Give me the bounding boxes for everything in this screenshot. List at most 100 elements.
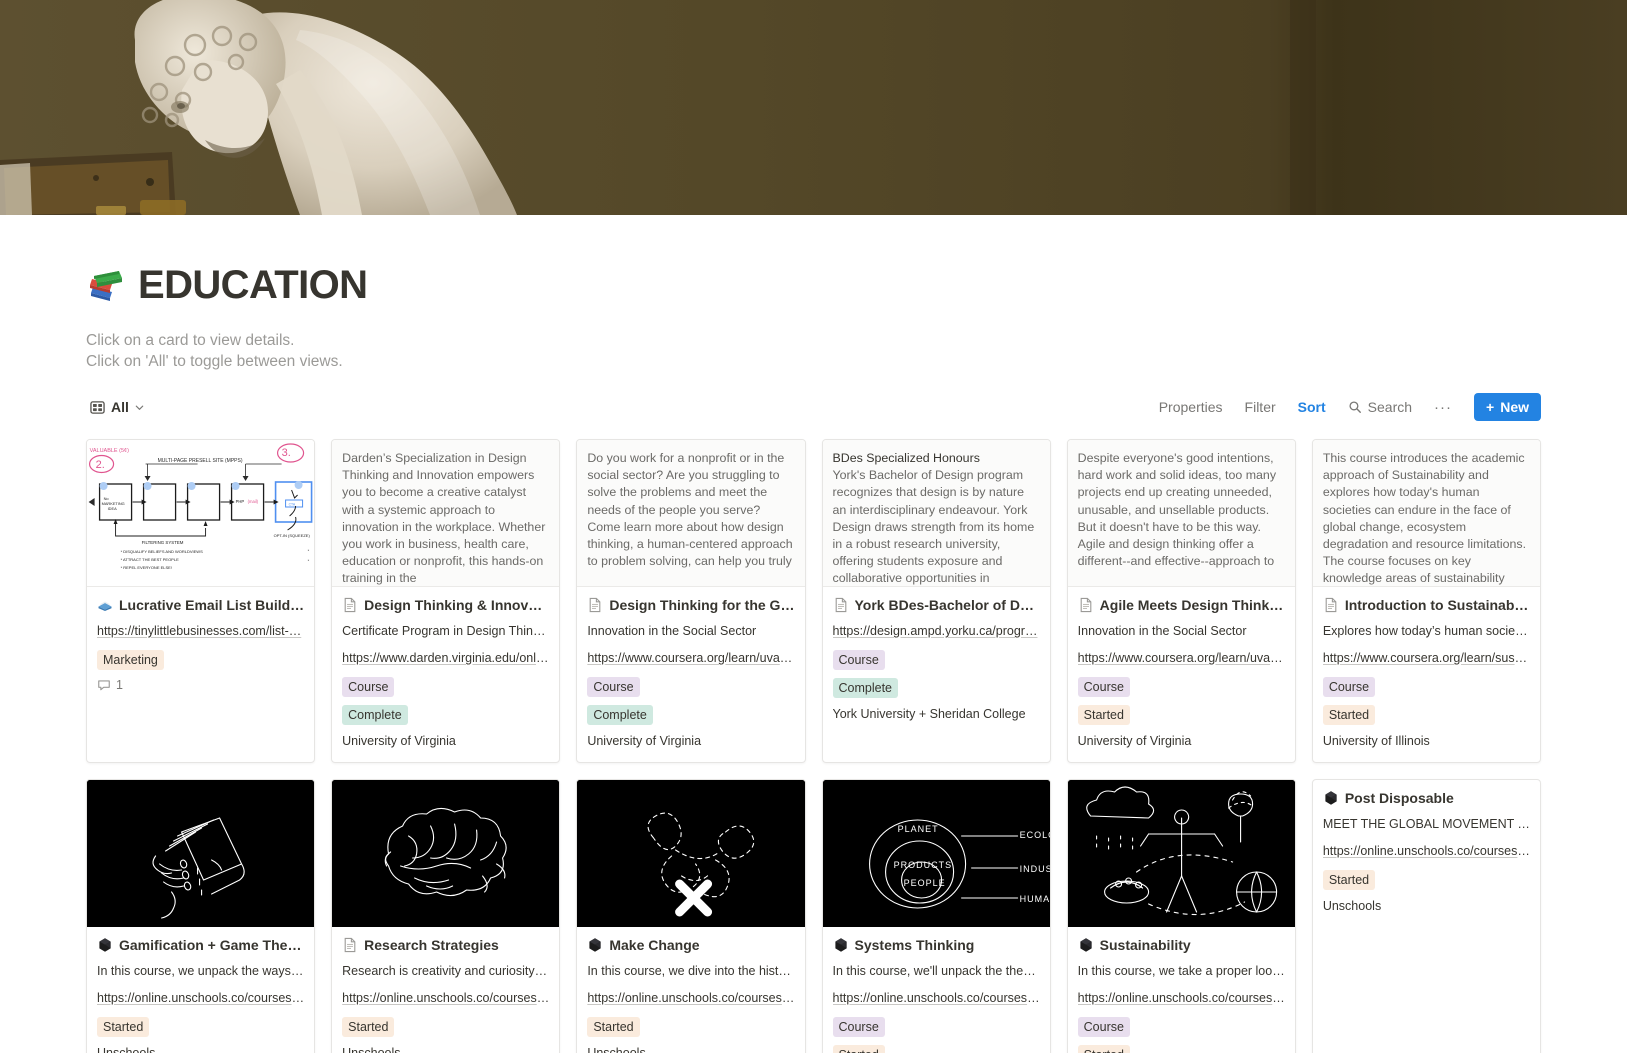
gallery-card[interactable]: Post Disposable MEET THE GLOBAL MOVEMENT … bbox=[1311, 779, 1541, 1053]
gallery-card[interactable]: BDes Specialized Honours York's Bachelor … bbox=[821, 439, 1051, 763]
card-preview-text: This course introduces the academic appr… bbox=[1322, 451, 1527, 586]
plus-icon: + bbox=[1486, 399, 1495, 415]
card-body: Agile Meets Design Thinking Innovation in… bbox=[1068, 587, 1295, 762]
svg-text:* ATTRACT THE BEST PEOPLE: * ATTRACT THE BEST PEOPLE bbox=[121, 557, 179, 562]
card-preview-text: Do you work for a nonprofit or in the so… bbox=[587, 451, 793, 569]
card-url[interactable]: https://online.unschools.co/courses/… bbox=[1078, 990, 1285, 1007]
document-icon bbox=[344, 937, 356, 953]
card-preview-text: Despite everyone's good intentions, hard… bbox=[1077, 451, 1277, 569]
card-badge-row: Course bbox=[1322, 677, 1530, 697]
card-cover-illustration bbox=[332, 780, 560, 927]
new-button[interactable]: + New bbox=[1474, 393, 1541, 421]
gallery-card[interactable]: Sustainability In this course, we take a … bbox=[1066, 779, 1296, 1053]
svg-text:IDEA: IDEA bbox=[108, 506, 117, 511]
card-url[interactable]: https://online.unschools.co/courses/… bbox=[587, 990, 794, 1007]
document-icon bbox=[1325, 597, 1337, 613]
card-body: York BDes-Bachelor of De… https://design.… bbox=[823, 587, 1050, 735]
card-footer-institution: Unschools bbox=[342, 1046, 401, 1053]
card-comment-count[interactable]: 1 bbox=[97, 678, 304, 692]
gem-emoji bbox=[1325, 791, 1337, 805]
gem-emoji bbox=[589, 938, 601, 952]
document-icon bbox=[589, 597, 601, 613]
card-url[interactable]: https://www.coursera.org/learn/uva-… bbox=[1078, 650, 1285, 667]
document-icon bbox=[344, 597, 356, 613]
card-body: Research Strategies Research is creativit… bbox=[332, 927, 559, 1053]
svg-text:FILTERING SYSTEM: FILTERING SYSTEM bbox=[142, 540, 184, 545]
card-url[interactable]: https://design.ampd.yorku.ca/progr… bbox=[833, 623, 1040, 640]
page-title-row: EDUCATION bbox=[86, 258, 1627, 312]
card-title-label: Research Strategies bbox=[364, 937, 499, 953]
card-badge-row: Complete bbox=[342, 705, 549, 725]
status-badge: Started bbox=[97, 1017, 150, 1037]
toolbar-actions: Properties Filter Sort Search ··· + New bbox=[1159, 393, 1541, 421]
gallery-card[interactable]: Make Change In this course, we dive into … bbox=[576, 779, 806, 1053]
status-badge: Started bbox=[832, 1045, 885, 1053]
card-title: Research Strategies bbox=[342, 936, 549, 954]
gallery-card[interactable]: PLANET PRODUCTS PEOPLE ECOLOGICAL INDUST… bbox=[821, 779, 1051, 1053]
card-title: Agile Meets Design Thinking bbox=[1078, 596, 1285, 614]
card-title-label: Lucrative Email List Building bbox=[119, 597, 305, 613]
gallery-card[interactable]: VALUABLE (5¢) 3. 2. MULTI-PAGE PRESELL S… bbox=[86, 439, 316, 763]
card-badge-row: Started bbox=[1077, 705, 1285, 725]
database-toolbar: All Properties Filter Sort Search ··· + … bbox=[86, 392, 1541, 422]
search-icon bbox=[1349, 401, 1361, 413]
sort-button[interactable]: Sort bbox=[1298, 399, 1326, 415]
card-url[interactable]: https://tinylittlebusinesses.com/list-… bbox=[97, 623, 304, 640]
gallery-card[interactable]: Darden’s Specialization in Design Thinki… bbox=[331, 439, 561, 763]
more-options-button[interactable]: ··· bbox=[1434, 399, 1452, 416]
card-preview-heading: BDes Specialized Honours bbox=[832, 451, 980, 465]
mailbox-emoji bbox=[98, 601, 112, 611]
status-badge: Course bbox=[1077, 1017, 1130, 1037]
gallery-card[interactable]: Gamification + Game Theory In this course… bbox=[86, 779, 316, 1053]
card-description: In this course, we'll unpack the theo… bbox=[832, 964, 1040, 978]
gallery-card[interactable]: This course introduces the academic appr… bbox=[1311, 439, 1541, 763]
status-badge: Course bbox=[587, 677, 640, 697]
card-badge-row: Started bbox=[97, 1017, 304, 1037]
card-title: Sustainability bbox=[1078, 936, 1285, 954]
card-footer-institution: Unschools bbox=[97, 1046, 156, 1053]
view-tab-label: All bbox=[111, 399, 129, 415]
svg-text:2.: 2. bbox=[96, 459, 105, 471]
card-footer-institution: York University + Sheridan College bbox=[832, 707, 1026, 721]
card-footer-institution: University of Illinois bbox=[1322, 734, 1430, 748]
comment-icon bbox=[98, 680, 110, 691]
status-badge: Course bbox=[832, 650, 885, 670]
filter-button[interactable]: Filter bbox=[1245, 399, 1276, 415]
card-title-label: Design Thinking for the Gr… bbox=[609, 597, 795, 613]
card-url[interactable]: https://online.unschools.co/courses/… bbox=[833, 990, 1040, 1007]
card-url[interactable]: https://www.coursera.org/learn/sust… bbox=[1323, 650, 1530, 667]
card-body: Post Disposable MEET THE GLOBAL MOVEMENT … bbox=[1313, 780, 1540, 927]
status-badge: Course bbox=[1077, 677, 1130, 697]
card-badge-row: Started bbox=[1322, 705, 1530, 725]
card-footer-institution: Unschools bbox=[587, 1046, 646, 1053]
card-title: Systems Thinking bbox=[833, 936, 1040, 954]
card-title: York BDes-Bachelor of De… bbox=[833, 596, 1040, 614]
status-badge: Started bbox=[587, 1017, 640, 1037]
status-badge: Started bbox=[1077, 1045, 1130, 1053]
card-title-label: Agile Meets Design Thinking bbox=[1099, 597, 1285, 613]
card-cover-text-preview: This course introduces the academic appr… bbox=[1312, 440, 1540, 587]
card-title: Design Thinking for the Gr… bbox=[587, 596, 795, 614]
card-url[interactable]: https://www.darden.virginia.edu/onli… bbox=[342, 650, 549, 667]
view-tab-all[interactable]: All bbox=[86, 397, 149, 417]
card-url[interactable]: https://online.unschools.co/courses/… bbox=[1323, 843, 1530, 860]
card-title-label: York BDes-Bachelor of De… bbox=[854, 597, 1040, 613]
card-cover-sketch-diagram: VALUABLE (5¢) 3. 2. MULTI-PAGE PRESELL S… bbox=[87, 440, 315, 587]
card-description: In this course, we unpack the ways i… bbox=[97, 964, 305, 978]
card-description: Research is creativity and curiosity i… bbox=[342, 964, 550, 978]
card-cover-illustration bbox=[87, 780, 315, 927]
card-url[interactable]: https://www.coursera.org/learn/uva-… bbox=[587, 650, 794, 667]
card-title: Lucrative Email List Building bbox=[97, 596, 304, 614]
card-url[interactable]: https://online.unschools.co/courses/… bbox=[97, 990, 304, 1007]
svg-text:OPT-IN (SQUEEZE): OPT-IN (SQUEEZE) bbox=[274, 533, 311, 538]
properties-button[interactable]: Properties bbox=[1159, 399, 1223, 415]
search-button[interactable]: Search bbox=[1348, 399, 1412, 415]
card-badge-row: Complete bbox=[832, 678, 1040, 698]
gallery-card[interactable]: Despite everyone's good intentions, hard… bbox=[1066, 439, 1296, 763]
status-badge: Started bbox=[342, 1017, 395, 1037]
gallery-card[interactable]: Research Strategies Research is creativit… bbox=[331, 779, 561, 1053]
gallery-card[interactable]: Do you work for a nonprofit or in the so… bbox=[576, 439, 806, 763]
card-url[interactable]: https://online.unschools.co/courses/… bbox=[342, 990, 549, 1007]
card-title-label: Make Change bbox=[609, 937, 700, 953]
gem-emoji bbox=[99, 938, 111, 952]
